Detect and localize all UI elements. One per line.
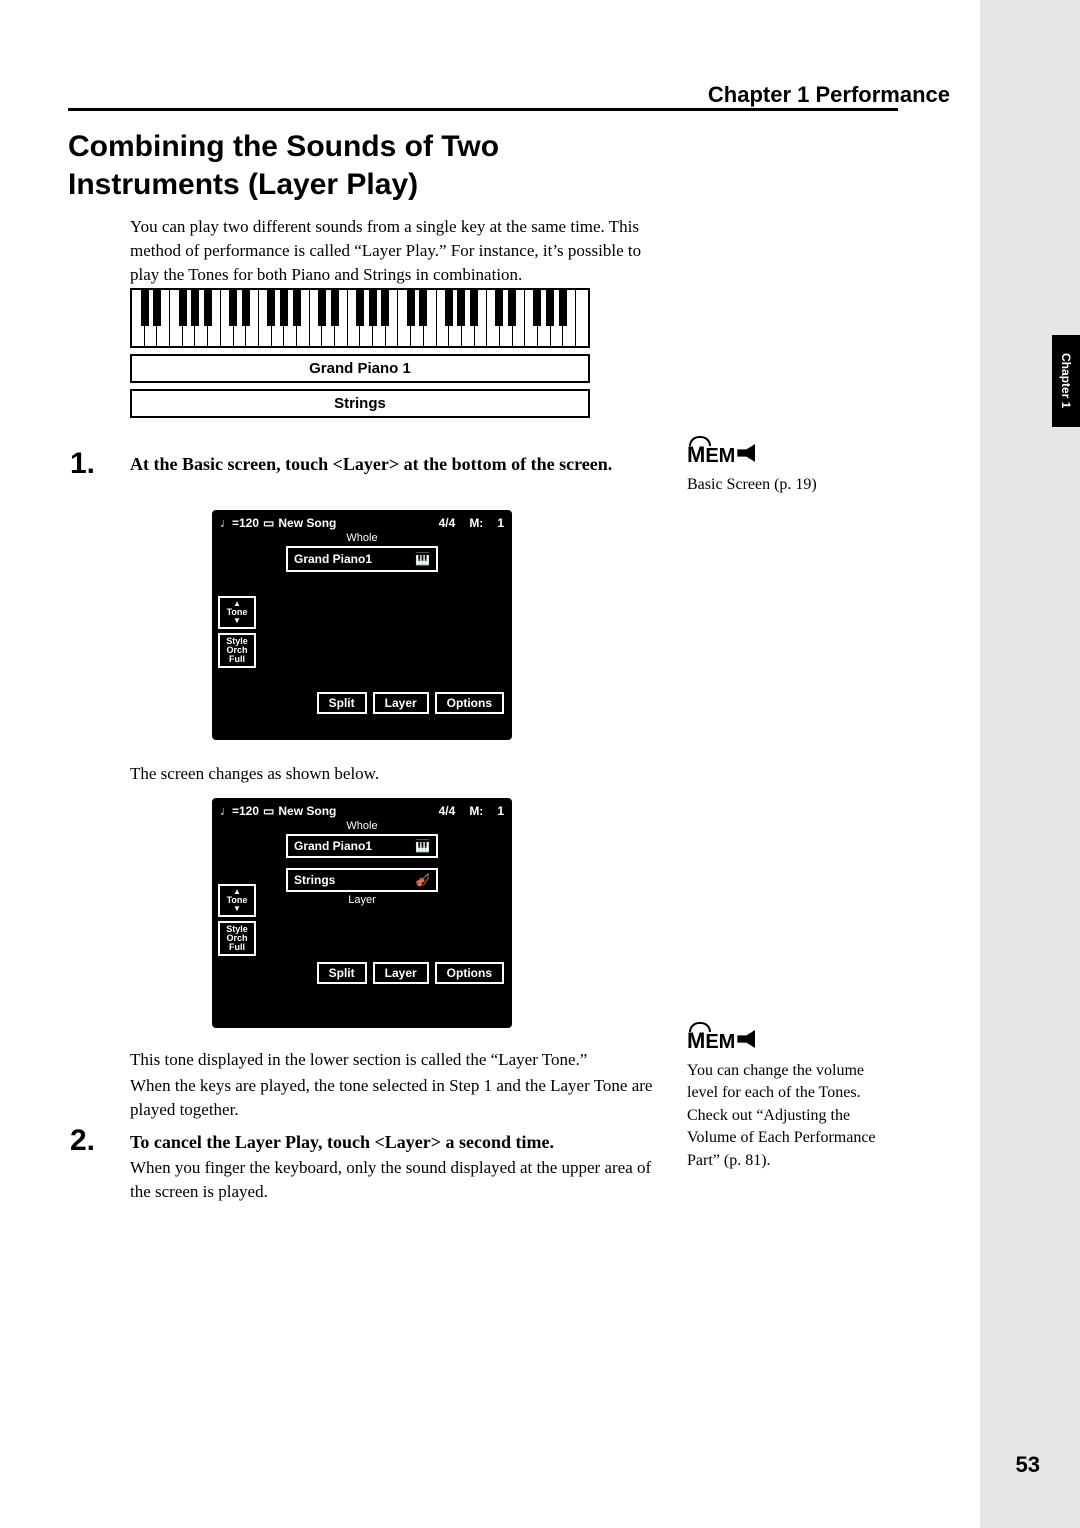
played-together-paragraph: When the keys are played, the tone selec… [130, 1074, 660, 1122]
page: Chapter 1 Chapter 1 Performance Combinin… [0, 0, 1080, 1528]
down-arrow-icon: ▼ [223, 905, 251, 913]
lcd-timesig: 4/4 [439, 804, 456, 818]
piano-icon: 🎹 [415, 552, 430, 566]
lcd-tone-main-label: Grand Piano1 [294, 552, 372, 566]
lcd-tone-main[interactable]: Grand Piano1 🎹 [286, 834, 438, 858]
speaker-icon [737, 1030, 755, 1048]
memo-icon: MEM [687, 1028, 887, 1054]
memo-2-text: You can change the volume level for each… [687, 1060, 887, 1172]
step-2-text: To cancel the Layer Play, touch <Layer> … [130, 1130, 660, 1155]
lcd-song-name: New Song [278, 516, 434, 530]
lcd-measure-label: M: [469, 516, 483, 530]
lcd-split-button[interactable]: Split [317, 962, 367, 984]
header-rule [68, 108, 898, 111]
lcd-layer-button[interactable]: Layer [373, 962, 429, 984]
page-number: 53 [1016, 1452, 1040, 1478]
memo-block-1: MEM Basic Screen (p. 19) [687, 442, 887, 496]
lcd-layer-sublabel: Layer [216, 894, 508, 906]
speaker-icon [737, 444, 755, 462]
down-arrow-icon: ▼ [223, 617, 251, 625]
lcd-tone-layer[interactable]: Strings 🎻 [286, 868, 438, 892]
lcd-style-orch[interactable]: Style Orch Full [218, 633, 256, 668]
lcd-options-button[interactable]: Options [435, 962, 504, 984]
memo-block-2: MEM You can change the volume level for … [687, 1028, 887, 1172]
lcd-whole-label: Whole [216, 532, 508, 544]
tempo-icon: ♩=120 [220, 804, 259, 818]
lcd-layer-button[interactable]: Layer [373, 692, 429, 714]
lcd-measure: 1 [497, 516, 504, 530]
memo-icon: MEM [687, 442, 887, 468]
chapter-header: Chapter 1 Performance [708, 82, 950, 108]
lcd-options-button[interactable]: Options [435, 692, 504, 714]
side-tab-chapter: Chapter 1 [1052, 335, 1080, 427]
strings-icon: 🎻 [415, 873, 430, 887]
disk-icon: ▭ [263, 804, 274, 818]
lcd-timesig: 4/4 [439, 516, 456, 530]
lcd-tone-nav[interactable]: ▲ Tone ▼ [218, 596, 256, 629]
lcd-tone-main-label: Grand Piano1 [294, 839, 372, 853]
lcd-screenshot-2: ♩=120 ▭ New Song 4/4 M: 1 Whole Grand Pi… [212, 798, 512, 1028]
lcd-style-orch[interactable]: Style Orch Full [218, 921, 256, 956]
lcd-split-button[interactable]: Split [317, 692, 367, 714]
tempo-icon: ♩=120 [220, 516, 259, 530]
lcd-measure-label: M: [469, 804, 483, 818]
intro-paragraph: You can play two different sounds from a… [130, 215, 660, 286]
lcd-tone-layer-label: Strings [294, 873, 335, 887]
step-1-text: At the Basic screen, touch <Layer> at th… [130, 452, 660, 477]
step-2-number: 2. [70, 1124, 95, 1158]
lcd-song-name: New Song [278, 804, 434, 818]
keyboard-diagram: Grand Piano 1 Strings [130, 288, 590, 418]
page-margin-strip [980, 0, 1080, 1528]
step-2-body: When you finger the keyboard, only the s… [130, 1156, 660, 1204]
diagram-layer-2: Strings [130, 389, 590, 418]
lcd-whole-label: Whole [216, 820, 508, 832]
lcd-measure: 1 [497, 804, 504, 818]
lcd-tone-main[interactable]: Grand Piano1 🎹 [286, 546, 438, 572]
layer-tone-paragraph: This tone displayed in the lower section… [130, 1048, 660, 1072]
page-title: Combining the Sounds of Two Instruments … [68, 128, 668, 203]
diagram-layer-1: Grand Piano 1 [130, 354, 590, 383]
after-text: The screen changes as shown below. [130, 762, 660, 786]
lcd-screenshot-1: ♩=120 ▭ New Song 4/4 M: 1 Whole Grand Pi… [212, 510, 512, 740]
step-1-number: 1. [70, 447, 95, 481]
lcd-tone-nav[interactable]: ▲ Tone ▼ [218, 884, 256, 917]
disk-icon: ▭ [263, 516, 274, 530]
piano-icon: 🎹 [415, 839, 430, 853]
keyboard-graphic [130, 288, 590, 348]
memo-1-text: Basic Screen (p. 19) [687, 474, 887, 496]
